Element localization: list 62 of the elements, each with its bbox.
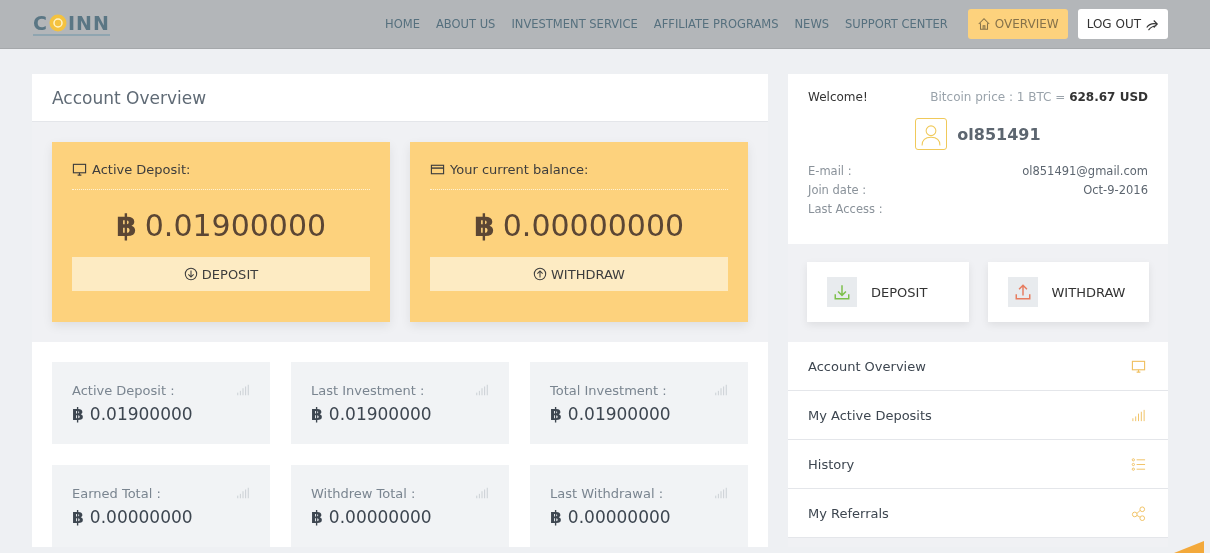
bar-chart-icon xyxy=(475,486,489,500)
detail-label: Join date : xyxy=(808,182,867,199)
bar-chart-icon xyxy=(236,383,250,397)
list-icon xyxy=(1131,456,1146,472)
username: ol851491 xyxy=(957,124,1041,144)
arrow-icon xyxy=(1145,17,1159,31)
share-icon xyxy=(1131,505,1146,521)
bitcoin-symbol: ฿ xyxy=(115,208,137,243)
welcome-text: Welcome! xyxy=(808,90,868,104)
download-icon xyxy=(833,283,851,301)
arrow-up-circle-icon xyxy=(533,267,547,281)
bar-chart-icon xyxy=(1131,407,1146,423)
menu-item[interactable]: History xyxy=(788,440,1168,489)
card-label: Your current balance: xyxy=(450,162,589,177)
stat-label: Total Investment : xyxy=(550,382,667,398)
detail-value: Oct-9-2016 xyxy=(1083,182,1148,199)
upload-icon xyxy=(1013,283,1032,301)
stat-label: Withdrew Total : xyxy=(311,485,416,501)
bitcoin-symbol: ฿ xyxy=(72,506,84,527)
stat-value: 0.00000000 xyxy=(567,506,671,527)
bitcoin-symbol: ฿ xyxy=(311,506,323,527)
menu-item[interactable]: My Active Deposits xyxy=(788,391,1168,440)
stat-label: Last Withdrawal : xyxy=(550,485,663,501)
bitcoin-symbol: ฿ xyxy=(473,208,495,243)
stat-label: Active Deposit : xyxy=(72,382,175,398)
monitor-icon xyxy=(72,162,87,177)
amount-value: 0.01900000 xyxy=(144,208,327,243)
stat-value: 0.01900000 xyxy=(567,403,671,424)
card-label: Active Deposit: xyxy=(92,162,191,177)
stat-value: 0.00000000 xyxy=(89,506,193,527)
deposit-button[interactable]: DEPOSIT xyxy=(72,257,370,291)
detail-label: E-mail : xyxy=(808,163,852,180)
detail-value: ol851491@gmail.com xyxy=(1022,163,1148,180)
coin-icon xyxy=(48,13,67,32)
bitcoin-symbol: ฿ xyxy=(550,506,562,527)
bar-chart-icon xyxy=(714,486,728,500)
bitcoin-price: Bitcoin price : 1 BTC = 628.67 USD xyxy=(930,90,1148,104)
stat-value: 0.01900000 xyxy=(328,403,432,424)
stat-value: 0.01900000 xyxy=(89,403,193,424)
bar-chart-icon xyxy=(714,383,728,397)
bar-chart-icon xyxy=(475,383,489,397)
amount-value: 0.00000000 xyxy=(502,208,685,243)
detail-label: Last Access : xyxy=(808,201,883,218)
arrow-down-circle-icon xyxy=(183,267,198,281)
withdraw-button[interactable]: WITHDRAW xyxy=(987,262,1149,322)
deposit-button[interactable]: DEPOSIT xyxy=(807,262,969,322)
logo-text: C xyxy=(33,12,48,33)
logout-button[interactable]: LOG OUT xyxy=(1077,9,1168,39)
stat-label: Earned Total : xyxy=(72,485,161,501)
stat-label: Last Investment : xyxy=(311,382,425,398)
menu-item[interactable]: Account Overview xyxy=(788,342,1168,391)
bar-chart-icon xyxy=(236,486,250,500)
monitor-icon xyxy=(1131,358,1146,374)
menu-item[interactable]: My Referrals xyxy=(788,489,1168,538)
logo-text: INN xyxy=(67,12,110,33)
bitcoin-symbol: ฿ xyxy=(550,403,562,424)
withdraw-button[interactable]: WITHDRAW xyxy=(430,257,728,291)
bitcoin-symbol: ฿ xyxy=(72,403,84,424)
bitcoin-symbol: ฿ xyxy=(311,403,323,424)
home-icon xyxy=(976,17,991,31)
credit-card-icon xyxy=(430,162,445,177)
stat-value: 0.00000000 xyxy=(328,506,432,527)
